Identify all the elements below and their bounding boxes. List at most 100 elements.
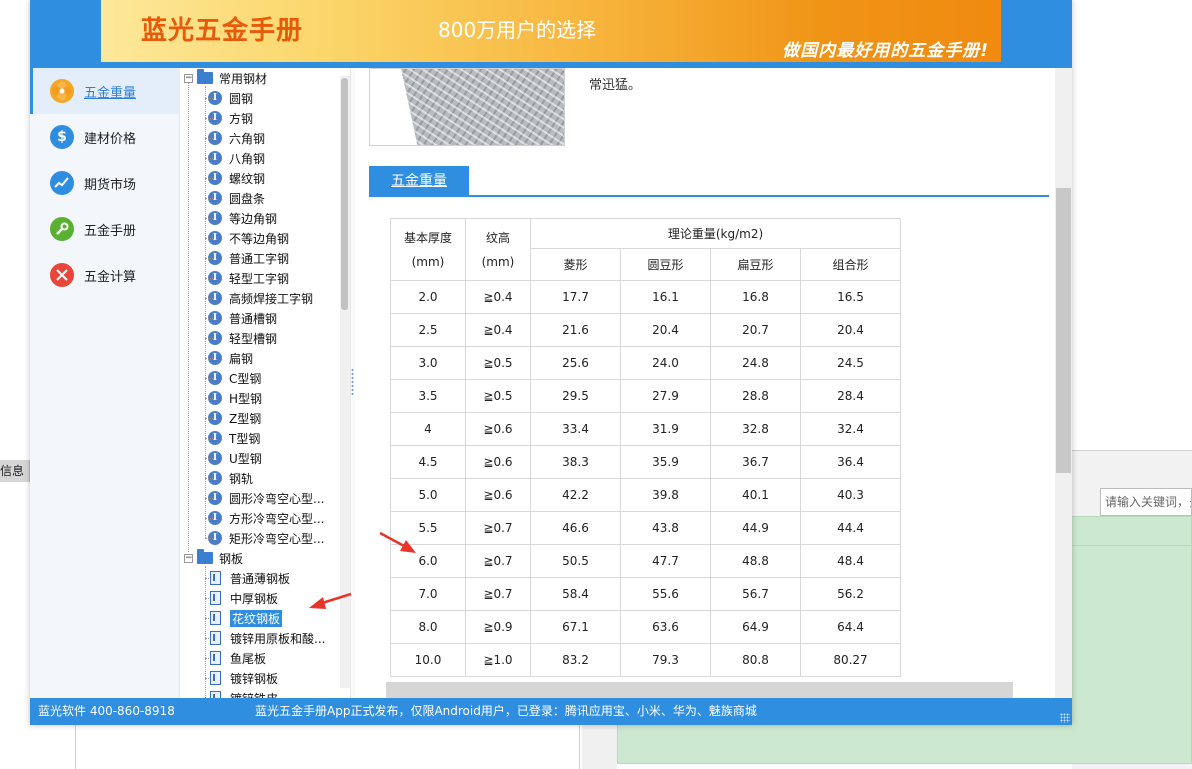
- tree-item[interactable]: 普通薄钢板: [205, 568, 290, 588]
- tree-item[interactable]: I 不等边角钢: [205, 228, 289, 248]
- tree-item[interactable]: I 八角钢: [205, 148, 266, 168]
- tree-item[interactable]: I 高频焊接工字钢: [205, 288, 313, 308]
- table-cell: 16.5: [800, 280, 901, 314]
- background-search-input[interactable]: 请输入关键词，多: [1100, 488, 1192, 516]
- plate-doc-icon: [210, 591, 221, 605]
- tree-item[interactable]: I 方形冷弯空心型...: [205, 508, 324, 528]
- table-cell: ≧0.4: [465, 313, 531, 347]
- nav-item-calculator[interactable]: 五金计算: [30, 252, 180, 298]
- header-pattern-unit: (mm): [481, 254, 515, 269]
- nav-label: 五金重量: [84, 85, 137, 101]
- tree-connector: [205, 198, 213, 199]
- nav-item-handbook[interactable]: 五金手册: [30, 206, 180, 252]
- table-cell: 28.4: [800, 379, 901, 413]
- tree-item[interactable]: 花纹钢板: [205, 608, 283, 628]
- tree-item-label: 螺纹钢: [229, 171, 266, 186]
- tree-item[interactable]: I 方钢: [205, 108, 253, 128]
- tree-item[interactable]: I Z型钢: [205, 408, 262, 428]
- tree-item[interactable]: I 等边角钢: [205, 208, 278, 228]
- collapse-icon[interactable]: −: [184, 73, 193, 83]
- dollar-icon: $: [50, 125, 74, 149]
- tree-item[interactable]: I 圆盘条: [205, 188, 266, 208]
- tree-item-label: 等边角钢: [229, 211, 278, 226]
- table-cell: 55.6: [620, 577, 711, 611]
- tree-item[interactable]: I 钢轨: [205, 468, 254, 488]
- wrench-icon: [50, 217, 74, 241]
- tree-group-steel-plate[interactable]: − 钢板: [184, 548, 243, 568]
- table-cell: ≧0.7: [465, 511, 531, 545]
- header-thickness-unit: (mm): [411, 254, 445, 269]
- tree-item[interactable]: I 矩形冷弯空心型...: [205, 528, 324, 548]
- app-window: 蓝光五金手册 800万用户的选择 做国内最好用的五金手册! 五金重量 $ 建材价…: [30, 0, 1072, 725]
- tree-item[interactable]: I T型钢: [205, 428, 260, 448]
- table-cell: ≧0.5: [465, 379, 531, 413]
- table-cell: 5.0: [390, 478, 466, 512]
- tree-item-label: 扁钢: [229, 351, 254, 366]
- table-cell: 28.8: [710, 379, 801, 413]
- background-tab[interactable]: 信息: [0, 460, 30, 482]
- table-row: 2.5 ≧0.4 21.6 20.4 20.7 20.4: [390, 313, 901, 347]
- collapse-icon[interactable]: −: [184, 553, 193, 563]
- horizontal-scrollbar[interactable]: [386, 682, 1013, 698]
- tree-group-common-steel[interactable]: − 常用钢材: [184, 68, 267, 88]
- nav-item-weight[interactable]: 五金重量: [30, 68, 180, 114]
- table-cell: 16.1: [620, 280, 711, 314]
- tree-item[interactable]: I 轻型工字钢: [205, 268, 289, 288]
- tree-item[interactable]: 镀锌钢板: [205, 668, 278, 688]
- table-cell: ≧0.4: [465, 280, 531, 314]
- tree-scrollbar-thumb[interactable]: [341, 78, 348, 310]
- tree-item-label: 八角钢: [229, 151, 266, 166]
- tree-item[interactable]: 镀锌铁皮: [208, 688, 278, 698]
- tree-connector: [205, 158, 213, 159]
- tab-weight[interactable]: 五金重量: [369, 166, 469, 196]
- tree-connector: [205, 258, 213, 259]
- tree-connector: [205, 438, 213, 439]
- nav-label: 五金计算: [84, 269, 137, 285]
- tree-group-label: 钢板: [219, 551, 244, 566]
- table-cell: 2.0: [390, 280, 466, 314]
- tree-item[interactable]: I 轻型槽钢: [205, 328, 278, 348]
- table-cell: 40.1: [710, 478, 801, 512]
- tree-item[interactable]: 镀锌用原板和酸...: [205, 628, 325, 648]
- tree-item-label: Z型钢: [229, 411, 262, 426]
- tree-connector: [205, 98, 213, 99]
- table-cell: 8.0: [390, 610, 466, 644]
- table-cell: 36.7: [710, 445, 801, 479]
- table-cell: 21.6: [530, 313, 621, 347]
- tree-item[interactable]: I 圆形冷弯空心型...: [205, 488, 324, 508]
- tree-item[interactable]: I 普通槽钢: [205, 308, 277, 328]
- background-tab-label: 信息: [0, 464, 25, 478]
- tree-item[interactable]: I 普通工字钢: [205, 248, 289, 268]
- tree-item[interactable]: I H型钢: [205, 388, 262, 408]
- tree-item[interactable]: I 圆钢: [205, 88, 253, 108]
- tree-item[interactable]: 中厚钢板: [205, 588, 279, 608]
- table-cell: 2.5: [390, 313, 466, 347]
- table-row: 6.0 ≧0.7 50.5 47.7 48.8 48.4: [390, 544, 901, 578]
- table-cell: 20.4: [620, 313, 711, 347]
- tree-item-label: 鱼尾板: [230, 651, 267, 666]
- tree-item[interactable]: I 六角钢: [205, 128, 265, 148]
- banner-ad[interactable]: 蓝光五金手册 800万用户的选择 做国内最好用的五金手册!: [101, 0, 1001, 62]
- tree-item[interactable]: I 螺纹钢: [205, 168, 266, 188]
- tree-item[interactable]: I C型钢: [205, 368, 261, 388]
- tree-item[interactable]: I U型钢: [205, 448, 262, 468]
- content-scrollbar-thumb[interactable]: [1056, 188, 1071, 473]
- tree-connector: [205, 338, 213, 339]
- tree-item-label: 圆盘条: [229, 191, 266, 206]
- table-row: 4.5 ≧0.6 38.3 35.9 36.7 36.4: [390, 445, 901, 479]
- table-row: 5.5 ≧0.7 46.6 43.8 44.9 44.4: [390, 511, 901, 545]
- tree-item-label: 中厚钢板: [230, 591, 279, 606]
- tree-item[interactable]: 鱼尾板: [205, 648, 267, 668]
- table-cell: 20.7: [710, 313, 801, 347]
- tree-connector: [205, 398, 213, 399]
- table-row: 2.0 ≧0.4 17.7 16.1 16.8 16.5: [390, 280, 901, 314]
- nav-item-futures[interactable]: 期货市场: [30, 160, 180, 206]
- table-cell: 64.9: [710, 610, 801, 644]
- table-row: 3.5 ≧0.5 29.5 27.9 28.8 28.4: [390, 379, 901, 413]
- resize-grip-icon[interactable]: [1060, 713, 1070, 723]
- tree-item-label: 钢轨: [229, 471, 254, 486]
- nav-item-prices[interactable]: $ 建材价格: [30, 114, 180, 160]
- banner: 蓝光五金手册 800万用户的选择 做国内最好用的五金手册!: [30, 0, 1072, 68]
- tree-item-label: 轻型槽钢: [229, 331, 278, 346]
- tree-item[interactable]: I 扁钢: [205, 348, 254, 368]
